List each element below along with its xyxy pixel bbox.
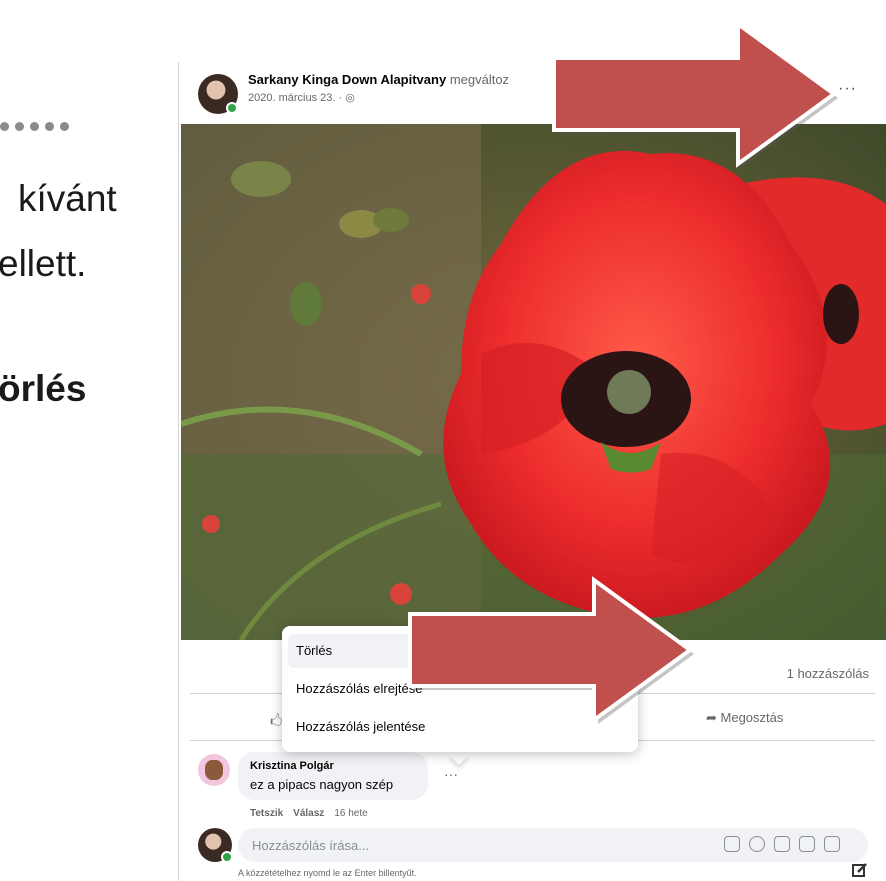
commenter-avatar[interactable] xyxy=(198,754,230,786)
comment-more-button[interactable]: ··· xyxy=(444,766,458,782)
avatar-sticker-icon[interactable] xyxy=(724,836,740,852)
slide-text-line2: ellett. xyxy=(0,243,87,284)
comment-age: 16 hete xyxy=(334,808,368,819)
emoji-icon[interactable] xyxy=(749,836,765,852)
online-indicator xyxy=(226,102,238,114)
like-icon[interactable]: 🖒 xyxy=(270,712,282,734)
sticker-icon[interactable] xyxy=(824,836,840,852)
author-avatar[interactable] xyxy=(198,74,238,114)
arrow-annotation-top xyxy=(552,20,838,168)
post-author[interactable]: Sarkany Kinga Down Alapitvany megváltoz xyxy=(248,72,509,87)
composer-icons xyxy=(724,836,849,857)
gif-icon[interactable] xyxy=(799,836,815,852)
comment-actions: Tetszik Válasz 16 hete xyxy=(250,808,368,819)
slide-dots xyxy=(0,118,75,136)
globe-icon: ◎ xyxy=(345,92,355,104)
post-date[interactable]: 2020. március 23. · ◎ xyxy=(248,91,355,104)
comment-author[interactable]: Krisztina Polgár xyxy=(250,760,334,772)
post-more-button[interactable]: ··· xyxy=(838,80,857,98)
composer-hint: A közzétételhez nyomd le az Enter billen… xyxy=(238,868,417,878)
comment-like-button[interactable]: Tetszik xyxy=(250,808,283,819)
avatar-face xyxy=(205,760,223,780)
user-avatar[interactable] xyxy=(198,828,233,863)
slide-text-line1: kívánt xyxy=(18,178,117,219)
new-message-icon[interactable] xyxy=(852,862,868,878)
comments-count[interactable]: 1 hozzászólás xyxy=(787,666,869,681)
post-photo[interactable] xyxy=(181,124,886,640)
arrow-annotation-menu xyxy=(408,576,694,724)
comment-input-placeholder: Hozzászólás írása... xyxy=(252,838,370,853)
comment-reply-button[interactable]: Válasz xyxy=(293,808,324,819)
camera-icon[interactable] xyxy=(774,836,790,852)
comment-text: ez a pipacs nagyon szép xyxy=(250,777,394,792)
share-icon: ➦ xyxy=(706,710,721,725)
slide-text-line3: örlés xyxy=(0,368,87,409)
online-indicator xyxy=(221,851,233,863)
share-button[interactable]: ➦ Megosztás xyxy=(706,710,783,726)
